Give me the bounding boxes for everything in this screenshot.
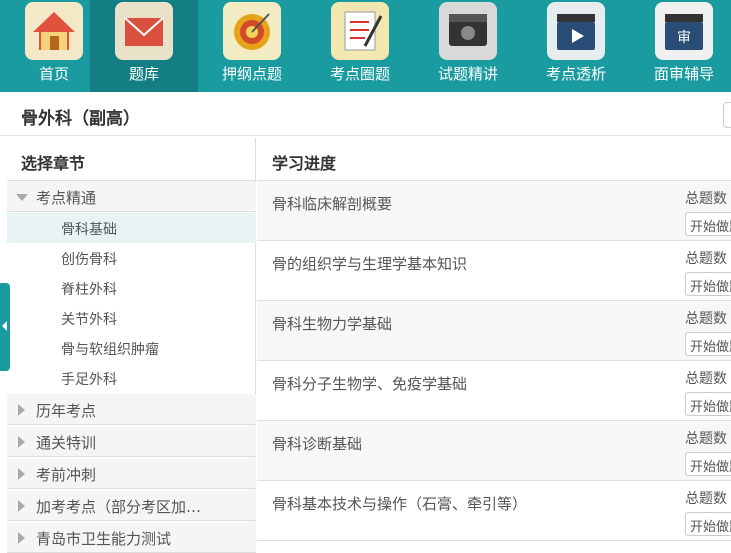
section-title: 骨科生物力学基础 [272, 315, 393, 333]
nav-item-interview-coaching[interactable]: 审 面审辅导 [630, 0, 731, 92]
start-practice-button[interactable]: 开始做题 [685, 512, 731, 536]
chapter-item-label: 脊柱外科 [61, 282, 117, 298]
section-row: 骨的组织学与生理学基本知识 总题数 开始做题 [257, 241, 731, 301]
section-title: 骨科临床解剖概要 [272, 195, 393, 213]
chapter-group-linian-kaodian[interactable]: 历年考点 [7, 394, 256, 425]
chapter-item-label: 关节外科 [61, 312, 117, 328]
chapter-item-label: 创伤骨科 [61, 252, 117, 268]
chapter-item-zhongliu[interactable]: 骨与软组织肿瘤 [7, 333, 256, 363]
start-practice-button[interactable]: 开始做题 [685, 272, 731, 296]
nav-label: 押纲点题 [221, 65, 282, 83]
chapter-item-guanjie-waike[interactable]: 关节外科 [7, 303, 256, 333]
svg-text:审: 审 [677, 30, 691, 46]
target-icon [223, 2, 281, 60]
section-row: 骨科诊断基础 总题数 开始做题 [257, 421, 731, 481]
start-practice-button[interactable]: 开始做题 [685, 332, 731, 356]
chapter-item-chuangshang-guke[interactable]: 创伤骨科 [7, 243, 256, 273]
caret-right-icon [18, 500, 25, 512]
total-questions-label: 总题数 [685, 311, 727, 327]
nav-item-question-bank[interactable]: 题库 [90, 0, 198, 92]
section-title: 骨科分子生物学、免疫学基础 [272, 375, 468, 393]
nav-item-key-points[interactable]: 押纲点题 [198, 0, 306, 92]
chapter-group-label: 加考考点（部分考区加… [36, 498, 202, 516]
progress-panel-header: 学习进度 [257, 138, 731, 181]
chapter-group-label: 考前冲刺 [36, 466, 97, 484]
section-row: 骨科临床解剖概要 总题数 开始做题 [257, 181, 731, 241]
chapter-panel-title: 选择章节 [21, 154, 86, 173]
section-title: 骨科诊断基础 [272, 435, 363, 453]
chapter-group-label: 历年考点 [36, 402, 97, 420]
checklist-icon [331, 2, 389, 60]
total-questions-label: 总题数 [685, 371, 727, 387]
caret-right-icon [18, 436, 25, 448]
page-title: 骨外科（副高） [21, 109, 140, 129]
nav-label: 试题精讲 [437, 65, 498, 83]
chapter-item-label: 手足外科 [61, 372, 117, 388]
caret-right-icon [18, 404, 25, 416]
chapter-group-tongguan-texun[interactable]: 通关特训 [7, 426, 256, 457]
section-row: 骨科基本技术与操作（石膏、牵引等） 总题数 开始做题 [257, 481, 731, 541]
nav-label: 面审辅导 [653, 65, 714, 83]
total-questions-label: 总题数 [685, 251, 727, 267]
total-questions-label: 总题数 [685, 191, 727, 207]
nav-item-circled-topics[interactable]: 考点圈题 [306, 0, 414, 92]
chapter-group-label: 青岛市卫生能力测试 [36, 530, 172, 548]
title-bar: 骨外科（副高） [0, 92, 731, 136]
chapter-group-label: 通关特训 [36, 434, 97, 452]
chapter-group-label: 考点精通 [36, 189, 97, 207]
start-practice-button[interactable]: 开始做题 [685, 452, 731, 476]
chapter-group-kaodian-jingtong[interactable]: 考点精通 [7, 181, 256, 212]
home-icon [25, 2, 83, 60]
start-practice-button[interactable]: 开始做题 [685, 392, 731, 416]
total-questions-label: 总题数 [685, 431, 727, 447]
nav-label: 考点透析 [545, 65, 606, 83]
start-practice-button[interactable]: 开始做题 [685, 212, 731, 236]
total-questions-label: 总题数 [685, 491, 727, 507]
nav-item-analysis[interactable]: 考点透析 [522, 0, 630, 92]
chapter-item-jizhu-waike[interactable]: 脊柱外科 [7, 273, 256, 303]
progress-panel-title: 学习进度 [272, 154, 337, 173]
chapter-item-label: 骨科基础 [61, 222, 117, 238]
chapter-panel-header: 选择章节 [7, 138, 256, 181]
section-row: 骨科分子生物学、免疫学基础 总题数 开始做题 [257, 361, 731, 421]
progress-panel: 学习进度 骨科临床解剖概要 总题数 开始做题 骨的组织学与生理学基本知识 总题数… [257, 138, 731, 547]
caret-down-icon [16, 194, 28, 201]
nav-item-lectures[interactable]: 试题精讲 [414, 0, 522, 92]
nav-label: 考点圈题 [329, 65, 390, 83]
envelope-icon [115, 2, 173, 60]
chapter-group-jiakao-kaodian[interactable]: 加考考点（部分考区加… [7, 490, 256, 521]
caret-right-icon [18, 532, 25, 544]
top-nav-bar: 首页 题库 押纲点题 考点圈题 试题精讲 考点透析 审 面审辅导 [0, 0, 731, 92]
caret-right-icon [18, 468, 25, 480]
section-title: 骨的组织学与生理学基本知识 [272, 255, 468, 273]
clapperboard-icon [547, 2, 605, 60]
chapter-group-kaoqian-chongci[interactable]: 考前冲刺 [7, 458, 256, 489]
section-row: 骨科生物力学基础 总题数 开始做题 [257, 301, 731, 361]
video-camera-icon [439, 2, 497, 60]
chevron-left-icon [2, 321, 7, 331]
section-title: 骨科基本技术与操作（石膏、牵引等） [272, 495, 528, 513]
chapter-item-shouzu-waike[interactable]: 手足外科 [7, 363, 256, 393]
chapter-item-label: 骨与软组织肿瘤 [61, 342, 159, 358]
chapter-group-qingdao-test[interactable]: 青岛市卫生能力测试 [7, 522, 256, 553]
chapter-item-guke-jichu[interactable]: 骨科基础 [7, 213, 256, 243]
chapter-panel: 选择章节 考点精通 骨科基础 创伤骨科 脊柱外科 关节外科 骨与软组织肿瘤 手足… [7, 138, 256, 553]
title-bar-control[interactable] [723, 102, 731, 128]
clapperboard-review-icon: 审 [655, 2, 713, 60]
collapse-sidebar-tab[interactable] [0, 283, 10, 371]
nav-label: 题库 [128, 65, 159, 83]
